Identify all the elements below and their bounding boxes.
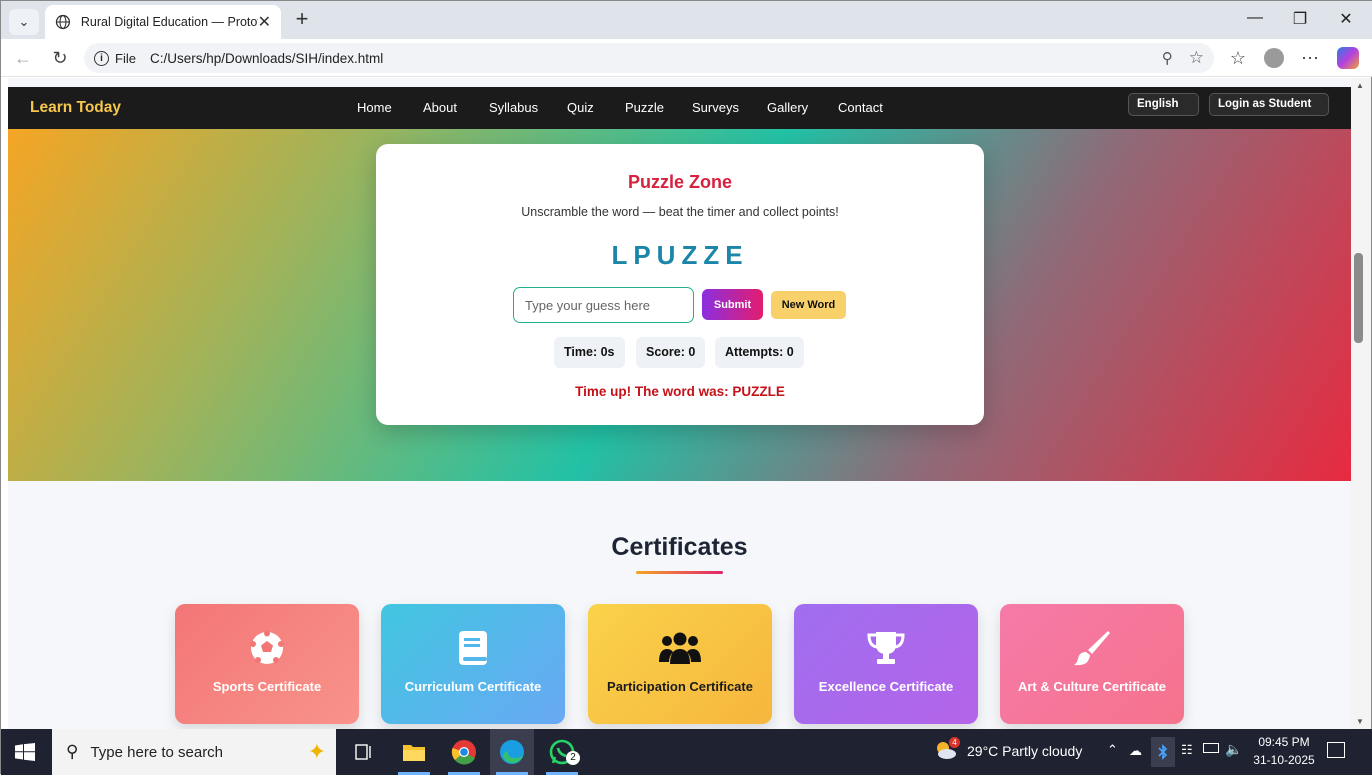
scroll-down-icon[interactable]: ▼ [1356,717,1364,726]
whatsapp-icon[interactable]: 2 [540,729,584,775]
weather-text[interactable]: 29°C Partly cloudy [967,743,1082,759]
certificate-label: Curriculum Certificate [404,679,542,694]
site-brand[interactable]: Learn Today [30,96,121,120]
copilot-icon[interactable] [1337,47,1359,69]
address-url[interactable]: C:/Users/hp/Downloads/SIH/index.html [150,51,383,66]
users-icon [659,632,701,664]
certificate-label: Sports Certificate [212,679,322,694]
tab-list-button[interactable]: ⌄ [9,9,39,35]
address-bar[interactable]: i File C:/Users/hp/Downloads/SIH/index.h… [84,43,1214,73]
search-icon: ⚲ [66,742,79,761]
task-view-icon[interactable] [342,729,386,775]
restore-button[interactable]: ❐ [1278,9,1322,31]
active-tab[interactable]: Rural Digital Education — Prototype ✕ [45,5,281,39]
title-underline [636,571,723,574]
certificate-label: Excellence Certificate [818,679,954,694]
favorite-star-icon[interactable]: ☆ [1189,48,1204,68]
zoom-icon[interactable]: ⚲ [1162,49,1173,67]
minimize-button[interactable]: — [1233,9,1277,31]
favorites-icon[interactable]: ☆ [1225,47,1251,69]
clock-date[interactable]: 31-10-2025 [1253,753,1315,767]
refresh-icon[interactable]: ↻ [47,47,73,69]
clock-time[interactable]: 09:45 PM [1257,735,1311,749]
more-options-icon[interactable]: ⋯ [1297,47,1323,69]
browser-window: ⌄ Rural Digital Education — Prototype ✕ … [0,0,1372,775]
trophy-icon [867,632,905,664]
windows-taskbar: ⚲ Type here to search ✦ 2 4 29°C Partly … [1,729,1372,775]
file-explorer-icon[interactable] [392,729,436,775]
info-icon[interactable]: i [94,50,109,66]
battery-icon[interactable] [1203,743,1219,753]
scrambled-word: LPUZZE [611,240,749,270]
address-toolbar: ← ↻ i File C:/Users/hp/Downloads/SIH/ind… [1,39,1372,77]
certificate-card-curriculum[interactable]: Curriculum Certificate [381,604,565,724]
scrollbar-thumb[interactable] [1354,253,1363,343]
certificate-card-participation[interactable]: Participation Certificate [588,604,772,724]
certificate-card-excellence[interactable]: Excellence Certificate [794,604,978,724]
sparkle-icon: ✦ [307,739,326,764]
soccer-ball-icon [250,630,284,664]
volume-icon[interactable]: 🔈 [1225,741,1242,758]
weather-badge: 4 [949,737,960,748]
taskbar-search[interactable]: ⚲ Type here to search ✦ [52,729,336,775]
tab-title: Rural Digital Education — Prototype [80,15,258,29]
scroll-up-icon[interactable]: ▲ [1356,81,1364,90]
tab-strip: ⌄ Rural Digital Education — Prototype ✕ … [1,1,1372,39]
puzzle-card: Puzzle Zone Unscramble the word — beat t… [376,144,984,425]
book-icon [459,631,487,665]
guess-input[interactable] [513,287,694,323]
back-icon[interactable]: ← [10,47,36,69]
whatsapp-badge: 2 [566,751,580,765]
nav-surveys[interactable]: Surveys [692,96,739,120]
language-select[interactable]: English [1128,93,1199,116]
chrome-icon[interactable] [442,729,486,775]
nav-syllabus[interactable]: Syllabus [489,96,538,120]
login-button[interactable]: Login as Student [1209,93,1329,116]
nav-about[interactable]: About [423,96,457,120]
new-tab-button[interactable]: + [289,8,315,31]
nav-quiz[interactable]: Quiz [567,96,594,120]
nav-home[interactable]: Home [357,96,392,120]
certificate-card-sports[interactable]: Sports Certificate [175,604,359,724]
edge-icon[interactable] [490,729,534,775]
profile-avatar[interactable] [1264,48,1284,68]
page-scrollbar[interactable]: ▲ ▼ [1351,78,1371,729]
paintbrush-icon [1074,631,1110,666]
address-scheme: File [115,50,136,66]
timer-stat: Time: 0s [554,337,625,368]
globe-icon [55,14,71,30]
certificate-card-art-culture[interactable]: Art & Culture Certificate [1000,604,1184,724]
new-word-button[interactable]: New Word [771,291,846,319]
nav-gallery[interactable]: Gallery [767,96,808,120]
close-tab-icon[interactable]: ✕ [258,12,271,32]
nav-contact[interactable]: Contact [838,96,883,120]
bluetooth-icon[interactable] [1151,737,1175,767]
certificates-title: Certificates [611,533,748,561]
certificate-label: Participation Certificate [607,679,753,694]
certificate-label: Art & Culture Certificate [1017,679,1167,694]
submit-button[interactable]: Submit [702,289,763,320]
search-placeholder: Type here to search [90,743,224,761]
chevron-up-icon[interactable]: ⌃ [1107,742,1118,758]
puzzle-title: Puzzle Zone [627,172,732,192]
windows-start-icon[interactable] [15,743,35,761]
nav-puzzle[interactable]: Puzzle [625,96,664,120]
page-viewport: Learn Today Home About Syllabus Quiz Puz… [8,78,1351,729]
weather-icon[interactable]: 4 [935,737,960,760]
close-window-button[interactable]: ✕ [1324,9,1368,31]
attempts-stat: Attempts: 0 [715,337,804,368]
notifications-icon[interactable] [1327,742,1345,758]
onedrive-icon[interactable]: ☁ [1129,743,1142,759]
site-navbar: Learn Today Home About Syllabus Quiz Puz… [8,87,1351,129]
wifi-icon[interactable]: ☷ [1181,742,1193,758]
puzzle-section: Puzzle Zone Unscramble the word — beat t… [8,129,1351,481]
puzzle-result-message: Time up! The word was: PUZZLE [575,384,785,399]
score-stat: Score: 0 [636,337,706,368]
puzzle-subtitle: Unscramble the word — beat the timer and… [521,205,839,219]
